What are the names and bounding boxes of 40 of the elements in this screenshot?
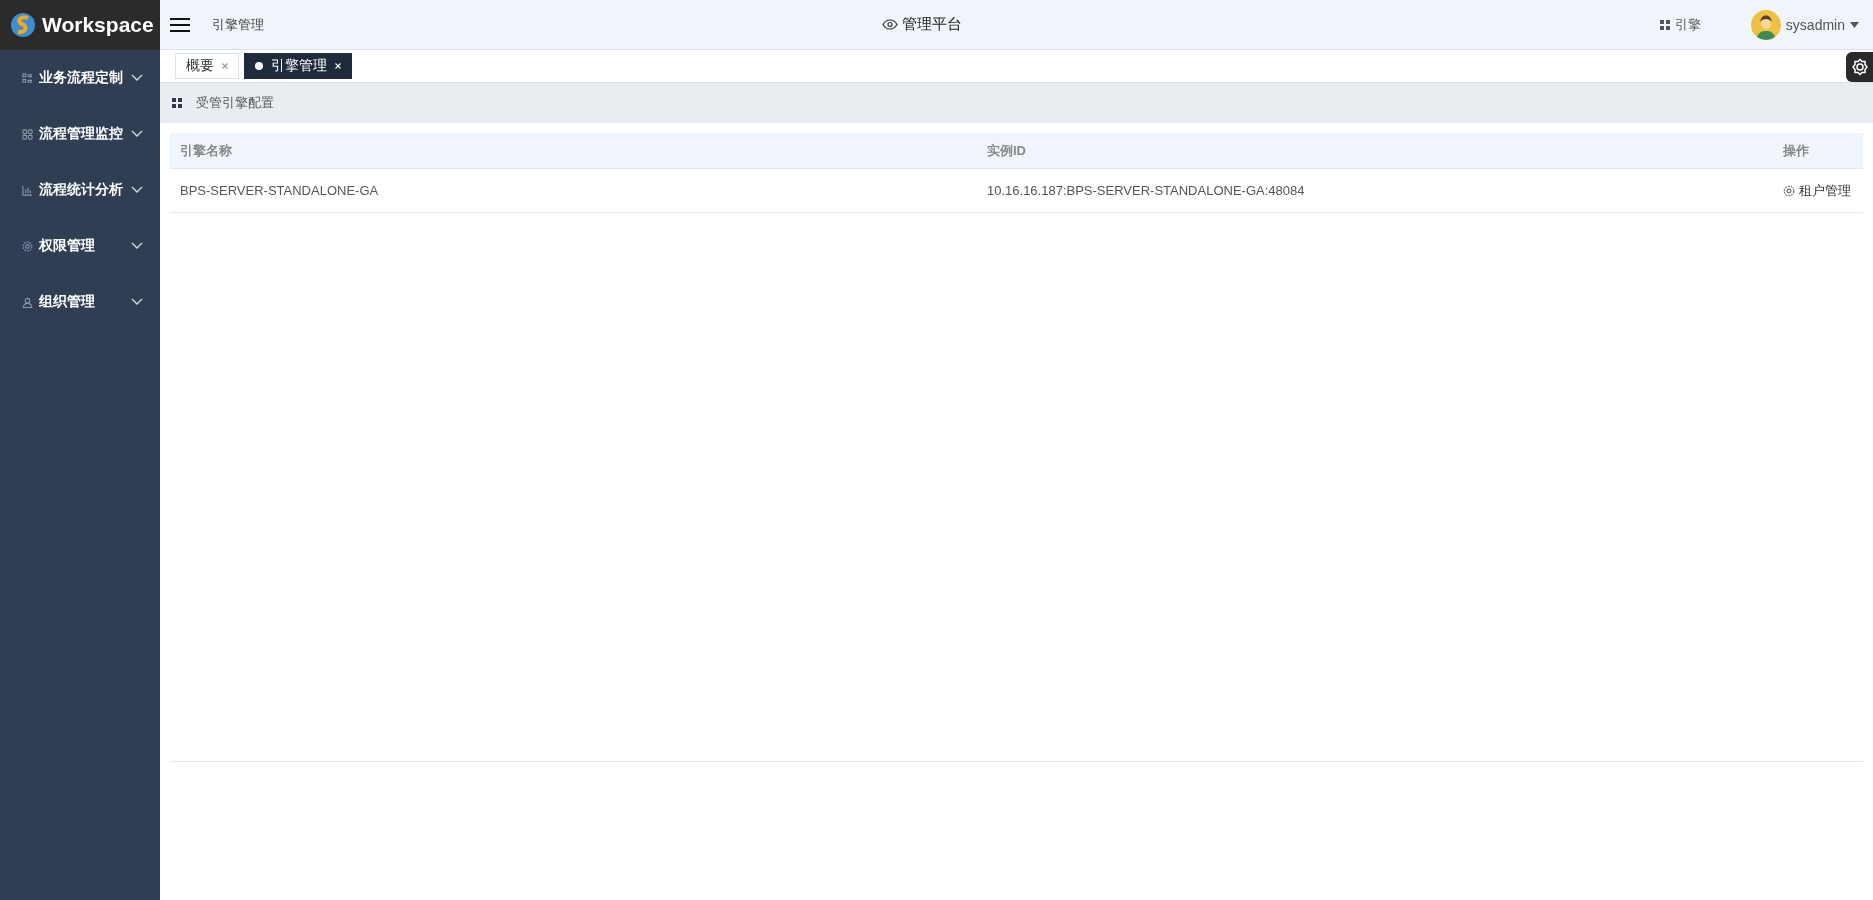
column-header: 操作 [1782, 141, 1810, 160]
page-title: 管理平台 [901, 15, 962, 34]
engine-link[interactable]: 引擎 [1659, 15, 1701, 34]
grid-icon [1659, 19, 1670, 30]
column-header: 引擎名称 [179, 141, 233, 160]
bar-chart-icon [22, 184, 33, 196]
settings-icon [22, 240, 33, 252]
grid-icon [172, 98, 182, 108]
chevron-icon [131, 242, 143, 250]
active-dot-icon [255, 62, 263, 70]
settings-icon [1783, 184, 1795, 197]
tab[interactable]: 引擎管理 [244, 53, 352, 79]
logo-icon [10, 12, 36, 38]
section-title: 受管引擎配置 [196, 94, 274, 112]
sidebar-item[interactable]: 流程统计分析 [0, 162, 160, 218]
list-icon [22, 72, 33, 84]
column-header: 实例ID [986, 141, 1027, 160]
chevron-icon [131, 298, 143, 306]
tab[interactable]: 概要 [175, 53, 239, 79]
eye-icon [881, 19, 898, 30]
table-cell-text: BPS-SERVER-STANDALONE-GA [179, 183, 380, 198]
sidebar-item[interactable]: 组织管理 [0, 274, 160, 330]
user-menu[interactable]: sysadmin [1785, 16, 1845, 33]
settings-button[interactable] [1846, 52, 1873, 82]
sidebar-item[interactable]: 业务流程定制 [0, 50, 160, 106]
menu-icon[interactable] [170, 16, 190, 33]
grid-icon [22, 128, 33, 140]
chevron-icon [131, 130, 143, 138]
breadcrumb: 引擎管理 [212, 15, 264, 34]
caret-icon[interactable] [1850, 21, 1859, 28]
avatar-icon [1750, 9, 1781, 40]
logo-text: Workspace [42, 13, 154, 37]
chevron-icon [131, 186, 143, 194]
sidebar-item[interactable]: 流程管理监控 [0, 106, 160, 162]
tenant-management-link[interactable]: 租户管理 [1783, 181, 1863, 200]
user-icon [22, 296, 33, 308]
chevron-icon [131, 74, 143, 82]
sidebar-item[interactable]: 权限管理 [0, 218, 160, 274]
table-cell-text: 10.16.16.187:BPS-SERVER-STANDALONE-GA:48084 [986, 183, 1306, 198]
settings-icon [1850, 58, 1869, 76]
